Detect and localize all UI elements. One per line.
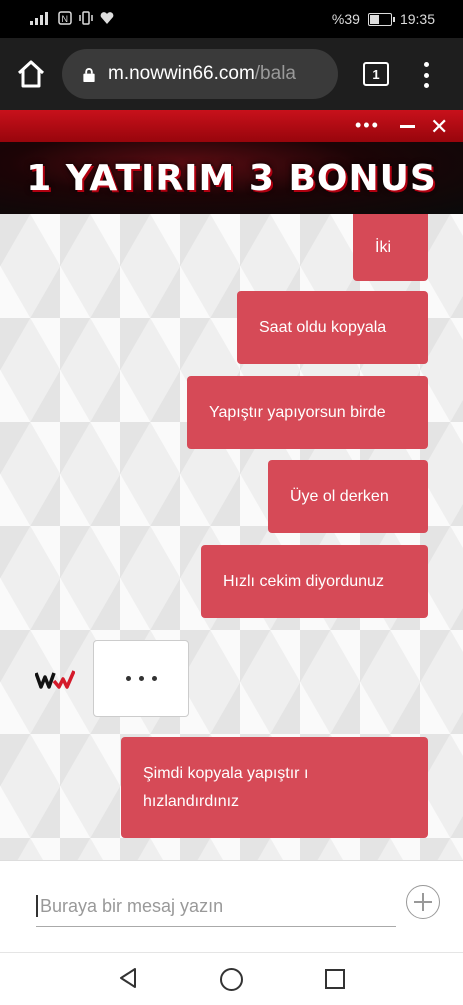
message-input[interactable]: Buraya bir mesaj yazın bbox=[36, 886, 396, 927]
health-icon bbox=[100, 12, 114, 24]
agent-avatar bbox=[35, 670, 75, 689]
status-icons: N bbox=[30, 11, 114, 25]
url-path: /bala bbox=[254, 63, 296, 84]
status-right: %39 19:35 bbox=[332, 11, 435, 27]
clock: 19:35 bbox=[399, 11, 435, 27]
typing-indicator bbox=[93, 640, 189, 717]
recent-apps-icon[interactable] bbox=[325, 969, 345, 989]
more-menu-icon[interactable] bbox=[418, 62, 434, 88]
battery-percent: %39 bbox=[331, 11, 360, 27]
message-bubble: Üye ol derken bbox=[268, 460, 428, 533]
home-icon[interactable] bbox=[16, 60, 46, 88]
back-icon[interactable] bbox=[117, 967, 139, 989]
options-icon[interactable]: ••• bbox=[355, 116, 380, 134]
message-bubble: Yapıştır yapıyorsun birde bbox=[187, 376, 428, 449]
close-icon[interactable]: ✕ bbox=[430, 116, 448, 138]
lock-icon bbox=[83, 67, 95, 82]
nav-home-icon[interactable] bbox=[220, 968, 243, 991]
url-domain: m.nowwin66.com bbox=[108, 63, 255, 84]
message-composer: Buraya bir mesaj yazın bbox=[0, 860, 463, 953]
chat-messages[interactable]: İki Saat oldu kopyala Yapıştır yapıyorsu… bbox=[0, 214, 463, 860]
battery-icon bbox=[367, 12, 395, 26]
tab-switcher-button[interactable]: 1 bbox=[363, 62, 389, 86]
banner-title: 1 YATIRIM 3 BONUS bbox=[26, 157, 437, 199]
message-bubble: Şimdi kopyala yapıştır ı hızlandırdınız bbox=[121, 737, 428, 838]
vibrate-icon bbox=[79, 11, 93, 25]
add-attachment-icon[interactable] bbox=[406, 885, 440, 919]
message-bubble: İki bbox=[353, 214, 428, 281]
signal-icon bbox=[30, 12, 48, 25]
system-nav-bar bbox=[0, 952, 463, 1005]
chat-header-bar: ••• ✕ bbox=[0, 110, 463, 142]
minimize-icon[interactable] bbox=[400, 125, 415, 128]
message-bubble: Hızlı cekim diyordunuz bbox=[201, 545, 428, 618]
promo-banner[interactable]: 1 YATIRIM 3 BONUS bbox=[0, 142, 463, 214]
message-bubble: Saat oldu kopyala bbox=[237, 291, 428, 364]
nfc-icon: N bbox=[58, 11, 72, 25]
svg-text:N: N bbox=[62, 14, 69, 24]
status-bar: N %39 19:35 bbox=[0, 0, 463, 38]
browser-toolbar: m.nowwin66.com/bala 1 bbox=[0, 38, 463, 110]
address-bar[interactable]: m.nowwin66.com/bala bbox=[62, 49, 338, 99]
